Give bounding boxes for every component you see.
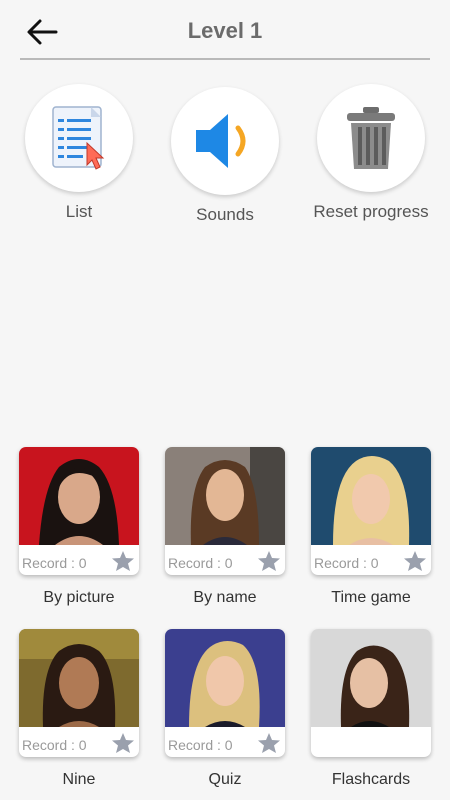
time-game-label[interactable]: Time game — [301, 589, 441, 607]
quiz-card[interactable]: Record : 0 — [165, 629, 285, 757]
reset-circle — [317, 84, 425, 192]
star-icon — [258, 551, 280, 571]
page-title: Level 1 — [187, 18, 263, 43]
sounds-label: Sounds — [196, 205, 254, 224]
time-game-card[interactable]: Record : 0 — [311, 447, 431, 575]
nine-card[interactable]: Record : 0 — [19, 629, 139, 757]
record-text: Record : 0 — [314, 555, 379, 571]
star-icon — [258, 733, 280, 753]
list-button[interactable]: List — [9, 84, 149, 222]
reset-progress-button[interactable]: Reset progress — [301, 84, 441, 222]
by-name-label[interactable]: By name — [155, 589, 295, 607]
header-divider — [20, 58, 430, 60]
flashcards-photo — [311, 629, 431, 727]
sounds-button[interactable]: Sounds — [155, 87, 295, 225]
star-icon — [112, 551, 134, 571]
time-game-photo — [311, 447, 431, 545]
record-text: Record : 0 — [22, 555, 87, 571]
list-label: List — [65, 202, 93, 221]
by-name-card[interactable]: Record : 0 — [165, 447, 285, 575]
reset-progress-label: Reset progress — [313, 202, 429, 221]
list-circle — [25, 84, 133, 192]
by-name-photo — [165, 447, 285, 545]
star-icon — [112, 733, 134, 753]
flashcards-label[interactable]: Flashcards — [301, 771, 441, 789]
header-bar: Level 1 — [0, 0, 450, 62]
star-icon — [404, 551, 426, 571]
list-document-icon — [52, 106, 105, 170]
sounds-circle — [171, 87, 279, 195]
quiz-photo — [165, 629, 285, 727]
flashcards-card[interactable] — [311, 629, 431, 757]
nine-photo — [19, 629, 139, 727]
record-text: Record : 0 — [168, 737, 233, 753]
quiz-label[interactable]: Quiz — [155, 771, 295, 789]
trash-icon — [347, 107, 395, 169]
nine-label[interactable]: Nine — [9, 771, 149, 789]
speaker-icon — [196, 114, 246, 168]
by-picture-photo — [19, 447, 139, 545]
record-text: Record : 0 — [168, 555, 233, 571]
by-picture-card[interactable]: Record : 0 — [19, 447, 139, 575]
record-text: Record : 0 — [22, 737, 87, 753]
by-picture-label[interactable]: By picture — [9, 589, 149, 607]
